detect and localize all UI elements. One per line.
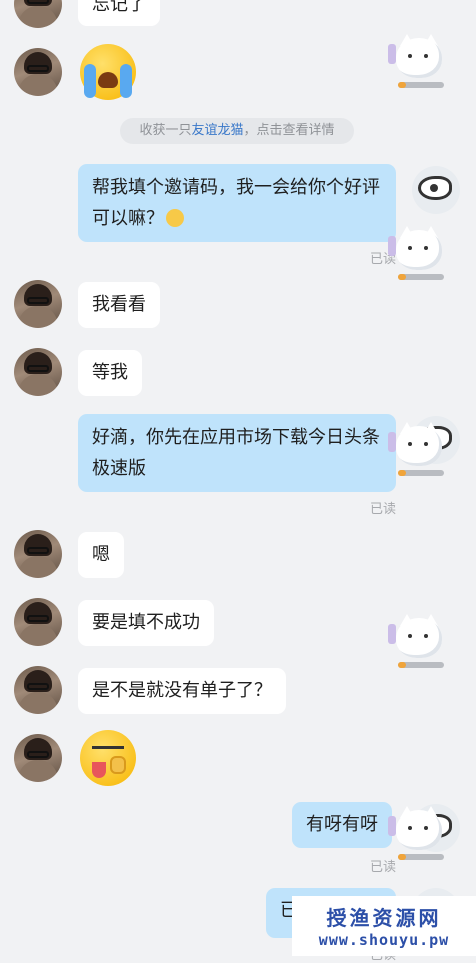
notice-prefix: 收获一只: [139, 123, 192, 138]
tongue-out-emoji-icon[interactable]: [80, 730, 136, 786]
message-bubble[interactable]: 要是填不成功: [78, 600, 214, 646]
message-bubble[interactable]: 嗯: [78, 532, 124, 578]
avatar[interactable]: [14, 348, 62, 396]
message-bubble[interactable]: 是不是就没有单子了？: [78, 668, 286, 714]
crying-emoji-icon[interactable]: [80, 44, 136, 100]
message-bubble[interactable]: 忘记了: [78, 0, 160, 26]
watermark-title: 授渔资源网: [326, 906, 442, 930]
message-bubble[interactable]: 等我: [78, 350, 142, 396]
pet-cat-icon[interactable]: [388, 226, 444, 280]
pet-cat-icon[interactable]: [388, 806, 444, 860]
message-bubble-mine[interactable]: 有呀有呀: [292, 802, 392, 848]
message-text: 帮我填个邀请码，我一会给你个好评可以嘛？: [92, 177, 380, 229]
pet-cat-icon[interactable]: [388, 34, 444, 88]
notice-link[interactable]: 友谊龙猫: [191, 123, 243, 138]
read-receipt: 已读: [370, 860, 397, 875]
avatar[interactable]: [14, 598, 62, 646]
avatar[interactable]: [14, 666, 62, 714]
avatar[interactable]: [14, 48, 62, 96]
smile-emoji-icon: [166, 209, 184, 227]
avatar[interactable]: [14, 0, 62, 28]
message-bubble-mine[interactable]: 帮我填个邀请码，我一会给你个好评可以嘛？: [78, 164, 396, 242]
watermark-url: www.shouyu.pw: [318, 931, 450, 949]
pet-cat-icon[interactable]: [388, 422, 444, 476]
read-receipt: 已读: [370, 502, 397, 517]
avatar[interactable]: [14, 734, 62, 782]
avatar[interactable]: [14, 530, 62, 578]
watermark: 授渔资源网 www.shouyu.pw: [292, 896, 476, 956]
system-notice[interactable]: 收获一只友谊龙猫，点击查看详情: [120, 118, 354, 144]
pet-cat-icon[interactable]: [388, 614, 444, 668]
notice-suffix: ，点击查看详情: [243, 123, 335, 138]
my-avatar[interactable]: [412, 166, 460, 214]
message-bubble-mine[interactable]: 好滴，你先在应用市场下载今日头条极速版: [78, 414, 396, 492]
message-bubble[interactable]: 我看看: [78, 282, 160, 328]
avatar[interactable]: [14, 280, 62, 328]
